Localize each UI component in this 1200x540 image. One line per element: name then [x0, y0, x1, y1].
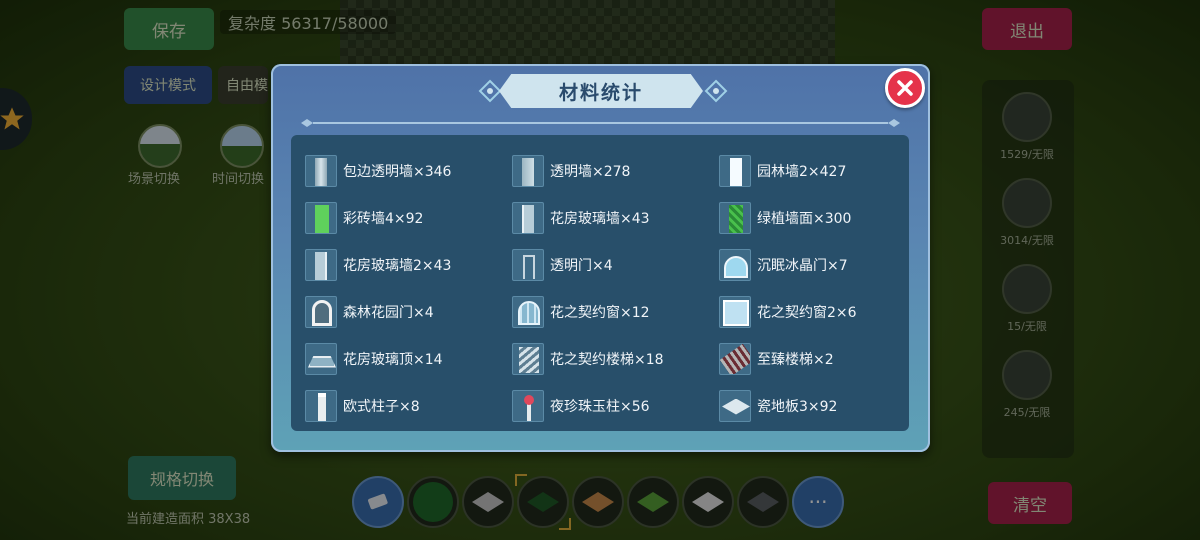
material-label: 绿植墙面×300 [757, 210, 852, 227]
material-item: 透明墙×278 [512, 147, 719, 194]
material-label: 透明墙×278 [550, 163, 631, 180]
material-item: 花房玻璃墙2×43 [305, 241, 512, 288]
material-label: 花房玻璃顶×14 [343, 351, 443, 368]
material-label: 透明门×4 [550, 257, 613, 274]
material-item: 花之契约窗2×6 [719, 288, 909, 335]
material-label: 包边透明墙×346 [343, 163, 452, 180]
material-label: 园林墙2×427 [757, 163, 847, 180]
material-stats-dialog: 材料统计 包边透明墙×346 透明墙×278 园林墙2×427 彩砖墙4×92 … [271, 64, 930, 452]
stair-icon [719, 342, 751, 375]
close-icon [897, 80, 913, 96]
material-label: 瓷地板3×92 [757, 398, 838, 415]
material-label: 彩砖墙4×92 [343, 210, 424, 227]
materials-grid: 包边透明墙×346 透明墙×278 园林墙2×427 彩砖墙4×92 花房玻璃墙… [305, 147, 909, 429]
material-item: 花之契约楼梯×18 [512, 335, 719, 382]
pearl-pillar-icon [512, 389, 544, 422]
flower-window-icon [719, 295, 751, 328]
material-item: 花房玻璃顶×14 [305, 335, 512, 382]
glass-wall-icon [512, 154, 544, 187]
ice-crystal-gate-icon [719, 248, 751, 281]
material-item: 森林花园门×4 [305, 288, 512, 335]
greenhouse-glass-wall-icon [305, 248, 337, 281]
flower-window-icon [512, 295, 544, 328]
forest-garden-gate-icon [305, 295, 337, 328]
material-label: 花之契约窗2×6 [757, 304, 857, 321]
material-label: 欧式柱子×8 [343, 398, 420, 415]
material-label: 至臻楼梯×2 [757, 351, 834, 368]
material-item: 包边透明墙×346 [305, 147, 512, 194]
material-label: 花房玻璃墙×43 [550, 210, 650, 227]
materials-list-panel: 包边透明墙×346 透明墙×278 园林墙2×427 彩砖墙4×92 花房玻璃墙… [291, 135, 909, 431]
material-item: 透明门×4 [512, 241, 719, 288]
greenhouse-glass-wall-icon [512, 201, 544, 234]
divider-ornament [301, 119, 900, 127]
close-button[interactable] [885, 68, 925, 108]
material-item: 沉眠冰晶门×7 [719, 241, 909, 288]
material-label: 花之契约窗×12 [550, 304, 650, 321]
spiral-stair-icon [512, 342, 544, 375]
material-label: 森林花园门×4 [343, 304, 434, 321]
material-label: 沉眠冰晶门×7 [757, 257, 848, 274]
tile-floor-icon [719, 389, 751, 422]
material-label: 花房玻璃墙2×43 [343, 257, 452, 274]
material-item: 夜珍珠玉柱×56 [512, 382, 719, 429]
material-item: 园林墙2×427 [719, 147, 909, 194]
pillar-icon [305, 389, 337, 422]
material-item: 欧式柱子×8 [305, 382, 512, 429]
material-item: 绿植墙面×300 [719, 194, 909, 241]
material-item: 至臻楼梯×2 [719, 335, 909, 382]
material-item: 瓷地板3×92 [719, 382, 909, 429]
garden-wall-icon [719, 154, 751, 187]
glass-door-icon [512, 248, 544, 281]
material-item: 彩砖墙4×92 [305, 194, 512, 241]
material-item: 花之契约窗×12 [512, 288, 719, 335]
dialog-title: 材料统计 [499, 74, 703, 108]
green-brick-wall-icon [305, 201, 337, 234]
material-label: 夜珍珠玉柱×56 [550, 398, 650, 415]
glass-wall-icon [305, 154, 337, 187]
glass-roof-icon [305, 342, 337, 375]
material-item: 花房玻璃墙×43 [512, 194, 719, 241]
ornament-right-icon [704, 79, 728, 103]
material-label: 花之契约楼梯×18 [550, 351, 664, 368]
plant-wall-icon [719, 201, 751, 234]
